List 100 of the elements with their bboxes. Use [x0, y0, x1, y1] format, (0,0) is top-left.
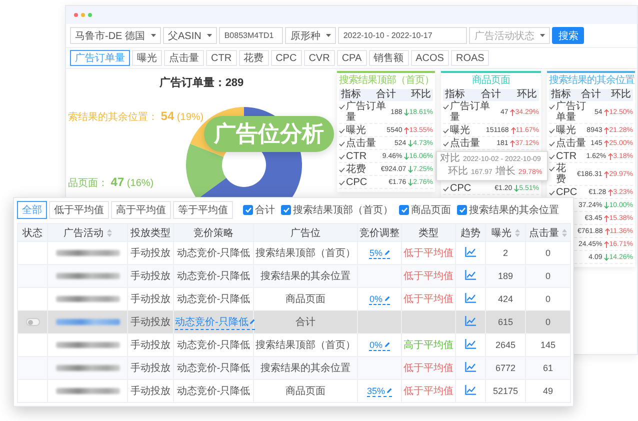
check-icon: [549, 190, 555, 196]
delivery-type: 手动投放: [130, 363, 170, 374]
metric-tab[interactable]: ACOS: [410, 50, 449, 66]
column-title: 合计: [581, 89, 601, 101]
status-toggle[interactable]: [26, 318, 40, 326]
check-icon: [339, 140, 345, 146]
metric-tab[interactable]: CPC: [270, 50, 302, 66]
column-title: 环比: [517, 89, 537, 101]
bid-strategy: 动态竞价-只降低: [176, 386, 250, 397]
filter-button[interactable]: 高于平均值: [111, 201, 171, 219]
check-icon: [549, 140, 555, 146]
metric-tab[interactable]: 点击量: [164, 50, 204, 66]
check-icon: [443, 128, 449, 134]
pencil-icon: [384, 296, 390, 301]
pencil-icon: [384, 342, 390, 347]
check-icon: [549, 128, 555, 134]
check-icon: [549, 104, 555, 110]
checkbox-label[interactable]: 商品页面: [411, 203, 451, 217]
column-title: 合计: [481, 89, 501, 100]
feature-badge: 广告位分析: [204, 116, 334, 152]
checkbox-label[interactable]: 搜索结果顶部（首页）: [293, 203, 393, 217]
check-icon: [443, 104, 449, 110]
metric-tab[interactable]: CTR: [206, 50, 237, 66]
minimize-dot[interactable]: [81, 13, 85, 17]
card-title: 搜索结果的其余位置: [549, 75, 634, 87]
metric-label: 广告订单量: [556, 101, 587, 123]
metric-label: 花费: [556, 163, 567, 185]
select-field[interactable]: 父ASIN: [163, 27, 218, 44]
blurred-name: [56, 364, 120, 370]
delivery-type: 手动投放: [130, 386, 170, 397]
column-title: 环比: [611, 89, 631, 101]
column-title: 广告活动: [64, 226, 104, 240]
caret-icon: [540, 34, 546, 37]
type-label: 低于平均值: [404, 294, 454, 305]
impressions: 424: [498, 294, 514, 304]
pencil-icon: [387, 388, 392, 393]
delivery-type: 手动投放: [130, 294, 170, 305]
checkbox[interactable]: [399, 205, 409, 215]
slice-label: 索结果的其余位置： 54 (19%): [68, 109, 204, 124]
slice-label: 品页面： 47 (16%): [68, 175, 154, 190]
chart-icon[interactable]: [465, 362, 476, 372]
checkbox[interactable]: [243, 205, 253, 215]
metric-label: 曝光: [556, 124, 576, 136]
clicks: 0: [545, 248, 550, 258]
checkbox-label[interactable]: 合计: [255, 203, 275, 217]
bid-strategy: 动态竞价-只降低: [176, 294, 250, 305]
blurred-name[interactable]: [56, 318, 120, 324]
tooltip-label: 增长: [495, 166, 516, 178]
metric-tab[interactable]: ROAS: [450, 50, 490, 66]
column-title: 环比: [411, 89, 431, 101]
maximize-dot[interactable]: [88, 13, 92, 17]
column-title: 曝光: [492, 226, 512, 240]
bid-strategy: 动态竞价-只降低: [176, 248, 250, 259]
chart-icon[interactable]: [465, 316, 476, 326]
filter-button[interactable]: 低于平均值: [49, 201, 109, 219]
checkbox[interactable]: [281, 205, 291, 215]
input-field[interactable]: B0853M4TD1: [219, 27, 284, 44]
chart-title: 广告订单量：289: [159, 76, 244, 90]
metric-tab[interactable]: 花费: [238, 50, 269, 66]
search-button[interactable]: 搜索: [552, 27, 584, 44]
type-label: 低于平均值: [404, 271, 454, 282]
metric-tab[interactable]: CVR: [304, 50, 335, 66]
chart-icon[interactable]: [465, 292, 476, 302]
type-label: 低于平均值: [404, 386, 454, 397]
checkbox-label[interactable]: 搜索结果的其余位置: [469, 203, 559, 217]
checkbox[interactable]: [457, 205, 467, 215]
check-icon: [339, 154, 345, 160]
blurred-name: [56, 272, 120, 278]
column-title: 指标: [341, 89, 361, 100]
metric-tab[interactable]: 曝光: [132, 50, 162, 66]
metric-tab[interactable]: 销售额: [368, 50, 409, 66]
chart-icon[interactable]: [465, 384, 476, 394]
chart-icon[interactable]: [465, 270, 476, 280]
metric-label: CPC: [450, 182, 472, 194]
select-field[interactable]: 原形种: [285, 27, 336, 44]
metric-label: CTR: [346, 150, 367, 162]
select-field[interactable]: 马鲁市-DE 德国: [70, 27, 161, 44]
input-field[interactable]: 2022-10-10 - 2022-10-17: [338, 27, 468, 44]
bid-strategy: 动态竞价-只降低: [176, 340, 250, 351]
column-title: 竞价策略: [194, 226, 234, 240]
metric-tab[interactable]: CPA: [336, 50, 367, 66]
blurred-name: [56, 250, 120, 256]
metric-label: 曝光: [346, 124, 366, 136]
filter-button[interactable]: 等于平均值: [173, 201, 233, 219]
card-title: 搜索结果顶部（首页）: [339, 75, 434, 87]
bid-strategy: 动态竞价-只降低: [176, 271, 250, 282]
impressions: 2645: [495, 340, 516, 350]
close-dot[interactable]: [74, 13, 78, 17]
chart-icon[interactable]: [465, 246, 476, 256]
placement: 合计: [296, 317, 316, 328]
type-label: 高于平均值: [404, 340, 454, 351]
column-title: 点击量: [529, 226, 559, 240]
delivery-type: 手动投放: [130, 340, 170, 351]
column-title: 指标: [445, 89, 465, 100]
metric-label: CTR: [556, 150, 577, 162]
column-title: 合计: [376, 89, 396, 100]
column-title: 趋势: [460, 226, 480, 240]
chart-icon[interactable]: [465, 338, 476, 348]
column-title: 类型: [418, 226, 438, 240]
delivery-type: 手动投放: [130, 317, 170, 328]
